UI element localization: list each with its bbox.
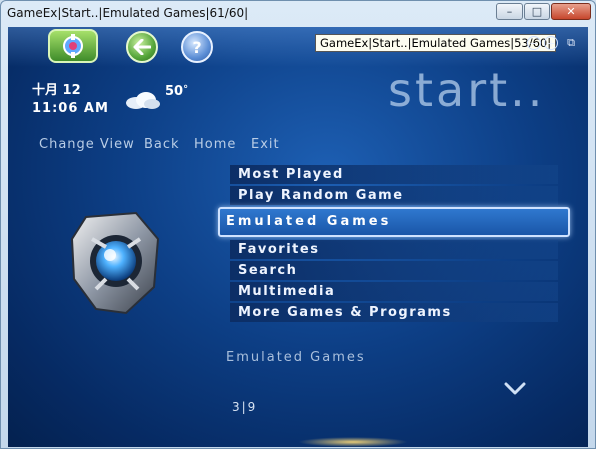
gameex-main-area: ? GameEx|Start..|Emulated Games|53/60| −… [8, 27, 588, 447]
tooltip: GameEx|Start..|Emulated Games|53/60| [315, 34, 557, 52]
nav-exit[interactable]: Exit [251, 137, 280, 152]
page-indicator: 3|9 [232, 400, 258, 414]
menu-item-multimedia[interactable]: Multimedia [230, 282, 558, 301]
menu-item-favorites[interactable]: Favorites [230, 240, 558, 259]
close-button[interactable]: ✕ [551, 3, 591, 20]
plus-button[interactable]: + [544, 36, 558, 50]
menu-item-search[interactable]: Search [230, 261, 558, 280]
help-icon: ? [192, 37, 202, 57]
close-icon: ✕ [566, 5, 576, 18]
menu-item-play-random-game[interactable]: Play Random Game [230, 186, 558, 205]
minus-icon: − [529, 36, 539, 50]
restore-icon: ⧉ [567, 36, 575, 49]
restore-button[interactable]: ⧉ [564, 36, 578, 50]
chevron-down-icon[interactable] [504, 382, 526, 396]
minus-button[interactable]: − [527, 36, 541, 50]
time-label: 11:06 AM [32, 101, 109, 116]
plus-icon: + [546, 36, 556, 50]
app-window: GameEx|Start..|Emulated Games|61/60| – □… [0, 0, 596, 449]
brand-text: start.. [388, 63, 546, 117]
back-orb-button[interactable] [126, 31, 158, 63]
bottom-glow [298, 437, 408, 447]
menu-item-emulated-games-selected[interactable]: Emulated Games [218, 207, 570, 237]
nav-back[interactable]: Back [144, 137, 180, 152]
nav-home[interactable]: Home [194, 137, 236, 152]
menu-item-more-games-programs[interactable]: More Games & Programs [230, 303, 558, 322]
start-orb-icon [63, 34, 83, 58]
date-label: 十月 12 [32, 83, 81, 98]
selection-caption: Emulated Games [226, 350, 366, 365]
temperature-value: 50 [165, 84, 184, 99]
temperature: 50° [165, 84, 188, 99]
title-bar: GameEx|Start..|Emulated Games|61/60| – □… [1, 1, 595, 27]
menu-item-most-played[interactable]: Most Played [230, 165, 558, 184]
help-button[interactable]: ? [181, 31, 213, 63]
degree-symbol: ° [183, 84, 189, 95]
back-arrow-icon [133, 39, 151, 55]
maximize-button[interactable]: □ [524, 3, 550, 20]
maximize-icon: □ [531, 5, 543, 18]
window-title: GameEx|Start..|Emulated Games|61/60| [7, 6, 249, 20]
nav-change-view[interactable]: Change View [39, 137, 135, 152]
start-button[interactable] [48, 29, 98, 63]
minimize-button[interactable]: – [496, 3, 523, 20]
minimize-icon: – [506, 5, 513, 18]
cloud-icon [126, 92, 160, 109]
emulated-games-art [70, 211, 160, 315]
